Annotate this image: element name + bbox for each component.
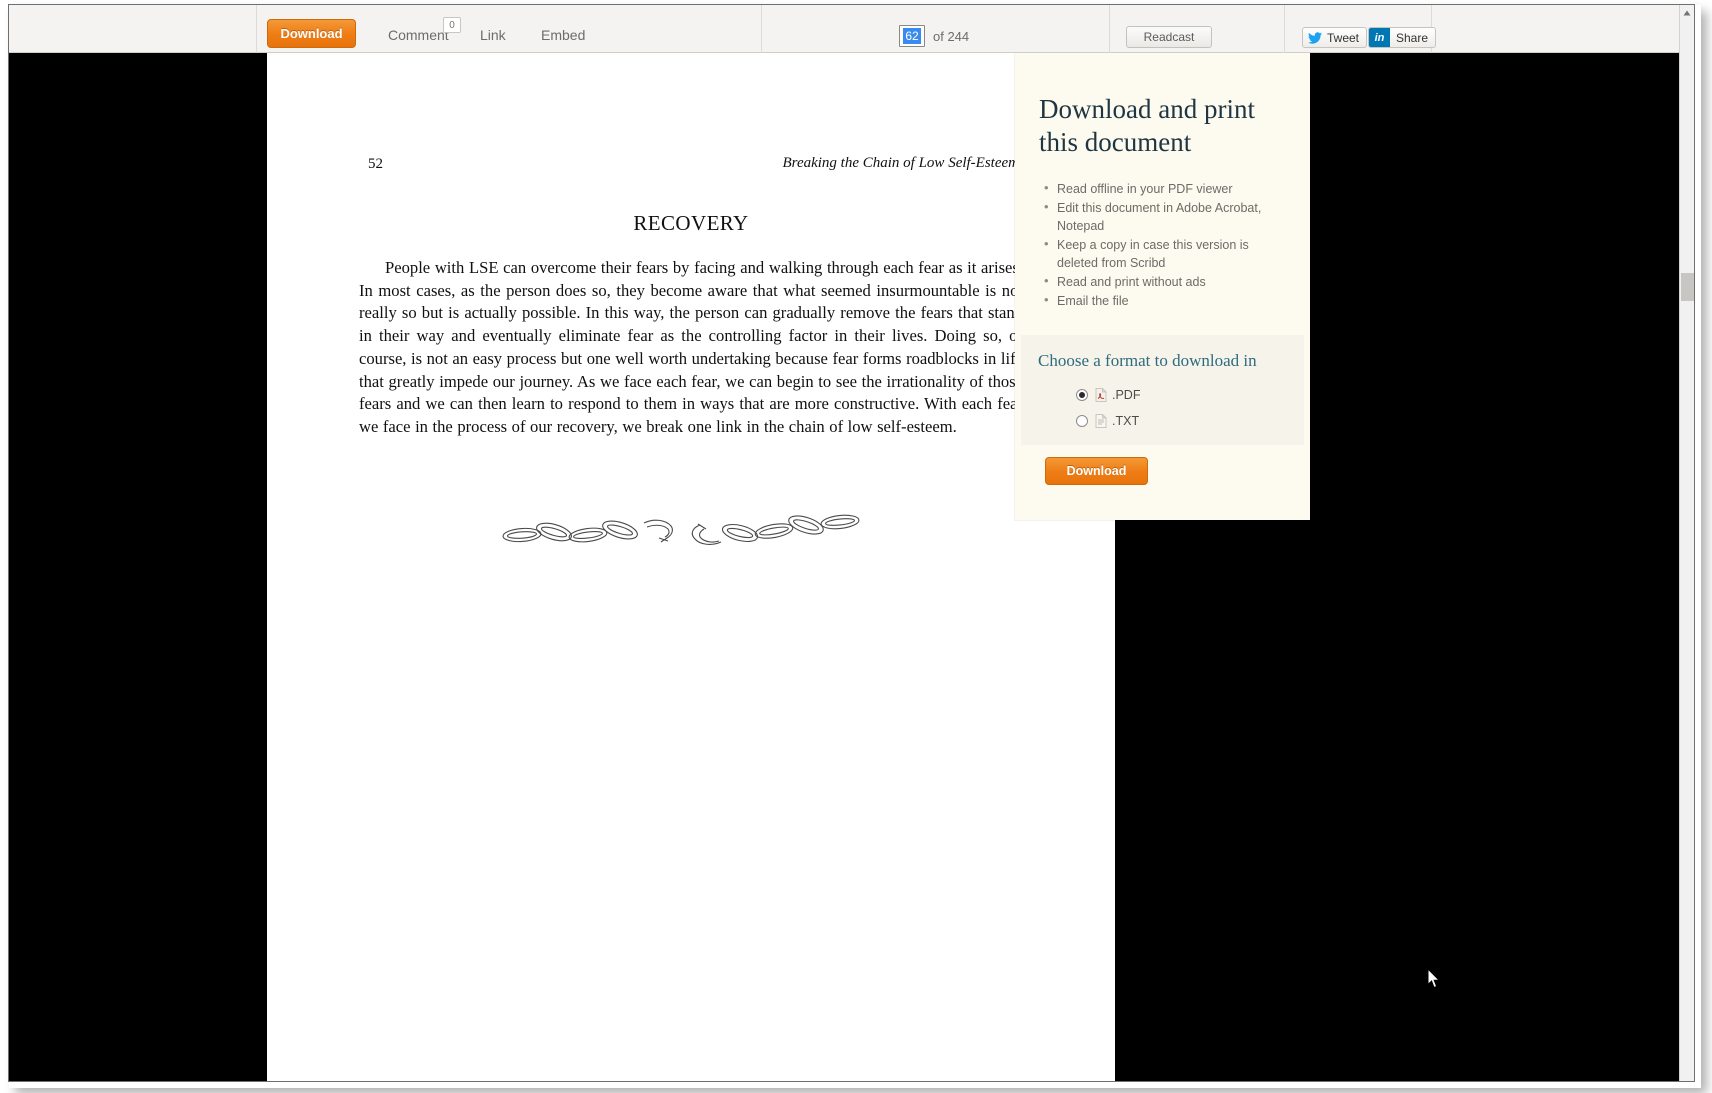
txt-file-icon (1095, 414, 1107, 428)
document-content: 52 Breaking the Chain of Low Self-Esteem… (267, 53, 1115, 1081)
download-button[interactable]: Download (267, 19, 356, 48)
format-chooser-title: Choose a format to download in (1038, 351, 1257, 370)
document-viewer[interactable]: 52 Breaking the Chain of Low Self-Esteem… (9, 53, 1681, 1081)
comment-button[interactable]: Comment (388, 27, 449, 43)
list-item: Read offline in your PDF viewer (1044, 179, 1291, 199)
document-page: 52 Breaking the Chain of Low Self-Esteem… (267, 53, 1115, 1081)
pdf-file-icon (1095, 388, 1107, 402)
comment-count-badge: 0 (443, 17, 461, 33)
list-item: Keep a copy in case this version is dele… (1044, 235, 1291, 273)
scrollbar-thumb[interactable] (1681, 273, 1694, 301)
linkedin-share-button[interactable]: in Share (1368, 27, 1437, 48)
share-label: Share (1396, 30, 1429, 45)
panel-download-button[interactable]: Download (1045, 457, 1148, 485)
download-benefits-list: Read offline in your PDF viewer Edit thi… (1041, 179, 1291, 311)
page-navigator: 62 of 244 (899, 25, 969, 47)
section-heading: RECOVERY (633, 211, 749, 235)
tweet-button[interactable]: Tweet (1302, 27, 1368, 48)
page-folio-number: 52 (368, 156, 383, 172)
running-head: Breaking the Chain of Low Self-Esteem (782, 155, 1020, 171)
format-option-txt[interactable]: .TXT (1076, 414, 1139, 428)
page-number-value: 62 (903, 28, 921, 44)
embed-button[interactable]: Embed (541, 27, 585, 43)
tweet-label: Tweet (1327, 30, 1360, 45)
vertical-scrollbar[interactable] (1679, 5, 1694, 1081)
window-content: Download Comment 0 Link Embed 62 of 244 … (8, 4, 1695, 1082)
toolbar-divider (1109, 5, 1110, 53)
broken-chain-icon (492, 505, 892, 553)
list-item: Edit this document in Adobe Acrobat, Not… (1044, 198, 1291, 236)
txt-radio-button[interactable] (1076, 415, 1088, 427)
txt-label: .TXT (1112, 414, 1140, 428)
format-chooser: Choose a format to download in .PDF .TXT (1021, 335, 1304, 445)
list-item: Email the file (1044, 291, 1291, 311)
toolbar-divider (1284, 5, 1285, 53)
viewer-toolbar: Download Comment 0 Link Embed 62 of 244 … (9, 5, 1681, 53)
toolbar-divider (761, 5, 762, 53)
pdf-radio-button[interactable] (1076, 389, 1088, 401)
body-paragraph: People with LSE can overcome their fears… (359, 258, 1023, 436)
readcast-button[interactable]: Readcast (1126, 26, 1212, 48)
page-total-label: of 244 (933, 28, 970, 44)
linkedin-icon: in (1369, 28, 1390, 47)
list-item: Read and print without ads (1044, 272, 1291, 292)
link-button[interactable]: Link (480, 27, 506, 43)
format-option-pdf[interactable]: .PDF (1076, 388, 1140, 402)
download-print-panel: Download and print this document Read of… (1015, 53, 1310, 520)
download-panel-title: Download and print this document (1039, 94, 1255, 157)
twitter-bird-icon (1308, 31, 1322, 44)
page-number-input[interactable]: 62 (899, 25, 925, 47)
pdf-label: .PDF (1112, 388, 1141, 402)
browser-window: Download Comment 0 Link Embed 62 of 244 … (0, 0, 1712, 1093)
toolbar-left-region (9, 5, 257, 53)
scroll-up-arrow-icon[interactable] (1680, 5, 1694, 21)
